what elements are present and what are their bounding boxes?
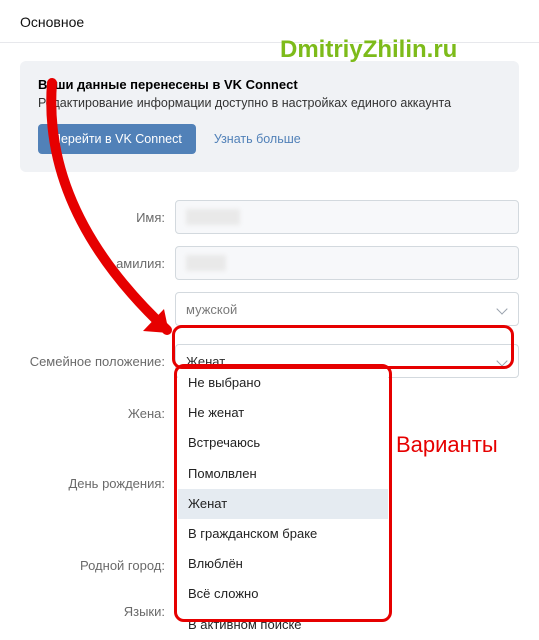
- marital-option[interactable]: Влюблён: [178, 549, 388, 579]
- marital-option[interactable]: Помолвлен: [178, 459, 388, 489]
- marital-status-dropdown: Не выбрано Не женат Встречаюсь Помолвлен…: [178, 368, 388, 640]
- label-wife: Жена:: [20, 406, 175, 421]
- learn-more-link[interactable]: Узнать больше: [214, 132, 301, 146]
- gender-select[interactable]: мужской: [175, 292, 519, 326]
- marital-selected-value: Женат: [186, 354, 225, 369]
- chevron-down-icon: [496, 303, 508, 315]
- page-title: Основное: [0, 0, 539, 43]
- label-birthday: День рождения:: [20, 476, 175, 491]
- label-marital: Семейное положение:: [20, 354, 175, 369]
- marital-option[interactable]: Не женат: [178, 398, 388, 428]
- row-gender: мужской: [20, 292, 519, 326]
- marital-option[interactable]: Не выбрано: [178, 368, 388, 398]
- label-hometown: Родной город:: [20, 558, 175, 573]
- notice-title: Ваши данные перенесены в VK Connect: [38, 77, 501, 92]
- label-name: Имя:: [20, 210, 175, 225]
- row-name: Имя:: [20, 200, 519, 234]
- gender-selected-value: мужской: [186, 302, 237, 317]
- go-to-vk-connect-button[interactable]: Перейти в VK Connect: [38, 124, 196, 154]
- label-languages: Языки:: [20, 604, 175, 619]
- vk-connect-notice: Ваши данные перенесены в VK Connect Реда…: [20, 61, 519, 172]
- marital-option[interactable]: Женат: [178, 489, 388, 519]
- notice-text: Редактирование информации доступно в нас…: [38, 96, 501, 110]
- label-surname: амилия:: [20, 256, 175, 271]
- marital-option[interactable]: Всё сложно: [178, 579, 388, 609]
- row-surname: амилия:: [20, 246, 519, 280]
- marital-option[interactable]: В активном поиске: [178, 610, 388, 640]
- marital-option[interactable]: Встречаюсь: [178, 428, 388, 458]
- chevron-down-icon: [496, 355, 508, 367]
- name-input[interactable]: [175, 200, 519, 234]
- surname-input[interactable]: [175, 246, 519, 280]
- marital-option[interactable]: В гражданском браке: [178, 519, 388, 549]
